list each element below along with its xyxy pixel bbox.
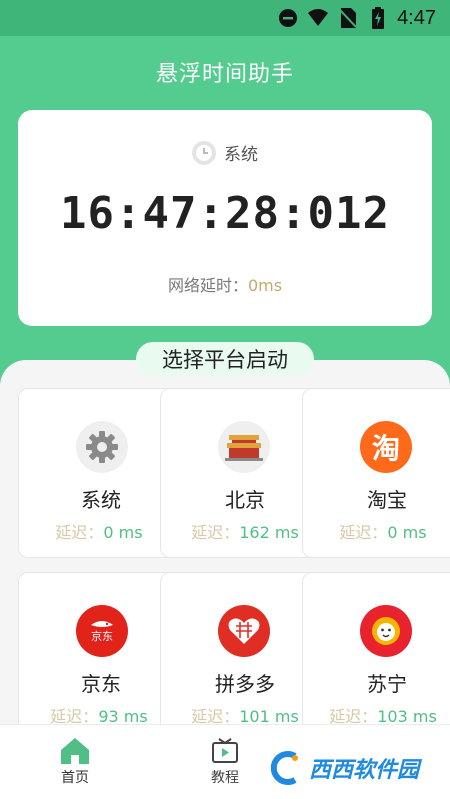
status-bar: 4:47: [0, 0, 450, 36]
platform-name: 拼多多: [215, 672, 275, 696]
platform-card-taobao[interactable]: 淘 淘宝 延迟：0 ms: [302, 388, 450, 558]
dnd-icon: [277, 7, 299, 29]
platform-delay: 延迟：0 ms: [339, 523, 427, 542]
gear-icon: [76, 421, 128, 473]
platform-name: 京东: [81, 672, 121, 696]
clock-source-label: 系统: [224, 145, 258, 165]
platform-delay: 延迟：162 ms: [191, 523, 299, 542]
platform-name: 苏宁: [367, 672, 407, 696]
video-icon: [190, 735, 260, 767]
platform-card-pinduoduo[interactable]: 拼多多 延迟：101 ms: [160, 572, 324, 728]
platform-card-beijing[interactable]: 北京 延迟：162 ms: [160, 388, 324, 558]
status-time: 4:47: [397, 6, 436, 29]
watermark: 西西软件园: [265, 748, 450, 788]
no-sim-icon: [337, 7, 359, 29]
latency-value: 0ms: [247, 276, 283, 295]
app-title: 悬浮时间助手: [155, 62, 294, 87]
latency-label: 网络延时：: [167, 276, 248, 295]
tab-home[interactable]: 首页: [40, 735, 110, 787]
clock-time: 16:47:28:012: [60, 188, 390, 239]
platform-name: 系统: [81, 488, 121, 512]
section-title: 选择平台启动: [136, 342, 314, 376]
jd-logo: 京东: [76, 605, 128, 657]
suning-logo: [360, 605, 412, 657]
watermark-text: 西西软件园: [309, 758, 420, 783]
tab-tutorial-label: 教程: [211, 770, 239, 786]
pdd-logo: [218, 605, 270, 657]
platform-delay: 延迟：0 ms: [55, 523, 143, 542]
wifi-icon: [307, 7, 329, 29]
taobao-logo: 淘: [360, 421, 412, 473]
watermark-logo-icon: [270, 751, 298, 785]
clock-icon: [192, 140, 216, 165]
platform-name: 淘宝: [367, 488, 407, 512]
platform-card-suning[interactable]: 苏宁 延迟：103 ms: [302, 572, 450, 728]
network-latency: 网络延时：0ms: [18, 272, 432, 296]
clock-source[interactable]: 系统: [18, 140, 432, 165]
battery-charging-icon: [367, 7, 389, 29]
platform-name: 北京: [225, 488, 265, 512]
platform-card-system[interactable]: 系统 延迟：0 ms: [18, 388, 182, 558]
palace-icon: [218, 421, 270, 473]
platform-card-jd[interactable]: 京东 京东 延迟：93 ms: [18, 572, 182, 728]
tab-home-label: 首页: [61, 770, 89, 786]
home-icon: [40, 735, 110, 767]
tab-tutorial[interactable]: 教程: [190, 735, 260, 787]
clock-card: 系统 16:47:28:012 网络延时：0ms: [18, 110, 432, 326]
platform-grid: 系统 延迟：0 ms 北京 延迟：162 ms 淘 淘宝 延迟：0 ms 京东: [18, 388, 450, 728]
